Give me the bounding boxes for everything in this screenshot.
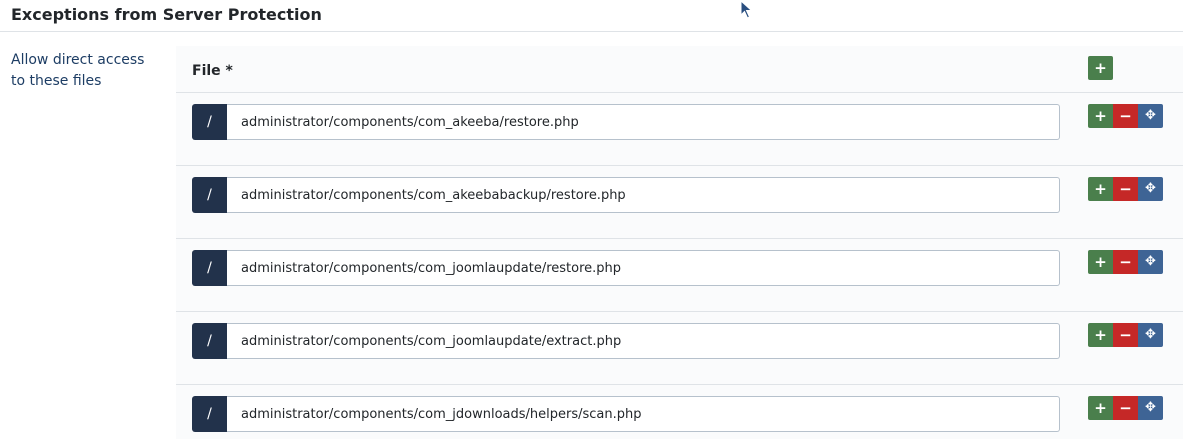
move-row-handle[interactable]: ✥ <box>1138 177 1163 201</box>
add-after-button[interactable]: + <box>1088 323 1113 347</box>
remove-row-button[interactable]: − <box>1113 104 1138 128</box>
path-prefix: / <box>192 396 227 432</box>
file-input[interactable] <box>227 323 1060 359</box>
mouse-pointer-icon <box>740 0 753 19</box>
move-row-handle[interactable]: ✥ <box>1138 104 1163 128</box>
file-input[interactable] <box>227 104 1060 140</box>
move-row-handle[interactable]: ✥ <box>1138 250 1163 274</box>
path-prefix: / <box>192 323 227 359</box>
move-row-handle[interactable]: ✥ <box>1138 396 1163 420</box>
add-after-button[interactable]: + <box>1088 177 1113 201</box>
add-after-button[interactable]: + <box>1088 396 1113 420</box>
remove-row-button[interactable]: − <box>1113 323 1138 347</box>
add-after-button[interactable]: + <box>1088 104 1113 128</box>
column-header-file: File * <box>192 63 233 79</box>
subform-table: File * + / + − ✥ / + − ✥ / + − ✥ / + <box>176 46 1183 439</box>
add-after-button[interactable]: + <box>1088 250 1113 274</box>
page: Exceptions from Server Protection Allow … <box>0 0 1183 439</box>
field-label: Allow direct access to these files <box>11 52 145 89</box>
file-input[interactable] <box>227 177 1060 213</box>
section-title: Exceptions from Server Protection <box>11 5 322 24</box>
remove-row-button[interactable]: − <box>1113 396 1138 420</box>
remove-row-button[interactable]: − <box>1113 177 1138 201</box>
move-row-handle[interactable]: ✥ <box>1138 323 1163 347</box>
remove-row-button[interactable]: − <box>1113 250 1138 274</box>
table-row: / + − ✥ <box>176 166 1183 239</box>
file-input[interactable] <box>227 250 1060 286</box>
table-row: / + − ✥ <box>176 239 1183 312</box>
add-row-button[interactable]: + <box>1088 56 1113 80</box>
table-row: / + − ✥ <box>176 385 1183 439</box>
path-prefix: / <box>192 177 227 213</box>
file-input[interactable] <box>227 396 1060 432</box>
path-prefix: / <box>192 104 227 140</box>
subform-header-row: File * + <box>176 46 1183 93</box>
table-row: / + − ✥ <box>176 93 1183 166</box>
path-prefix: / <box>192 250 227 286</box>
table-row: / + − ✥ <box>176 312 1183 385</box>
section-header: Exceptions from Server Protection <box>0 0 1183 32</box>
